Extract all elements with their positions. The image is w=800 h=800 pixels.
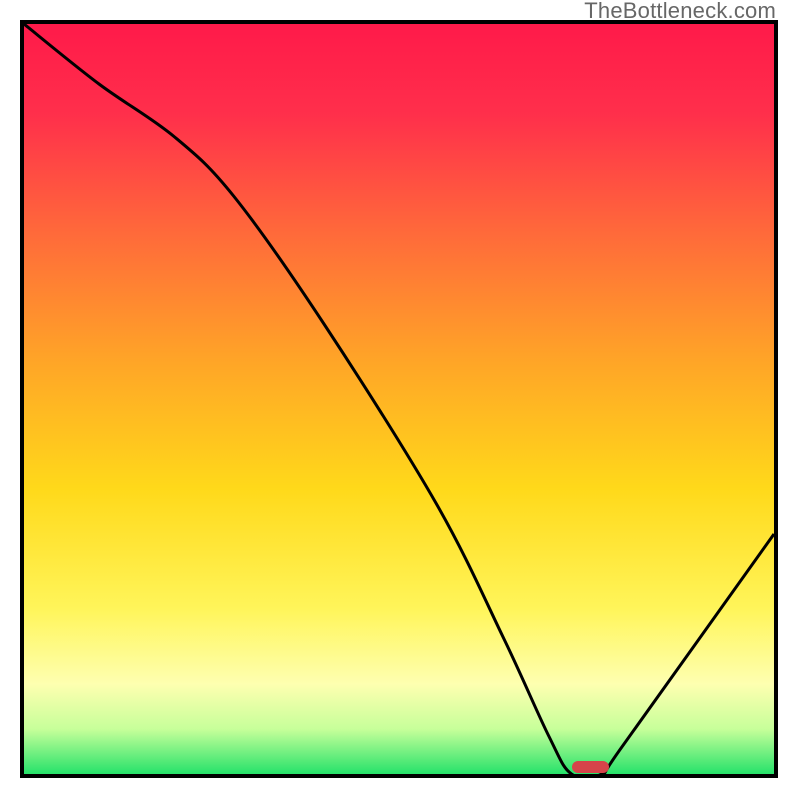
optimal-point-marker — [572, 761, 610, 773]
plot-area — [20, 20, 778, 778]
bottleneck-curve-line — [24, 24, 774, 774]
bottleneck-chart: TheBottleneck.com — [0, 0, 800, 800]
